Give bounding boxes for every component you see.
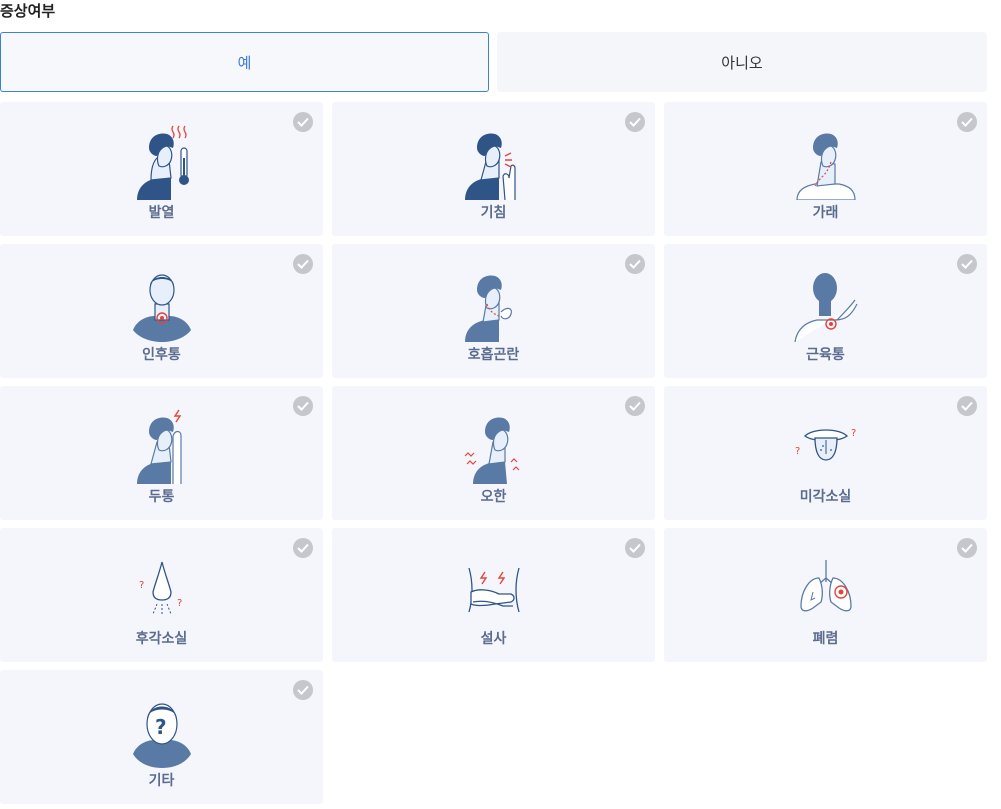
check-icon[interactable] xyxy=(625,112,645,132)
symptom-card-cough[interactable]: 기침 xyxy=(332,102,655,236)
symptom-label: 후각소실 xyxy=(135,631,188,647)
muscle-pain-icon xyxy=(793,273,858,342)
cough-icon xyxy=(464,133,516,200)
symptom-card-pneumonia[interactable]: 폐렴 xyxy=(664,528,987,662)
symptom-card-taste-loss[interactable]: ? ? 미각소실 xyxy=(664,386,987,520)
check-icon[interactable] xyxy=(293,680,313,700)
symptom-label: 폐렴 xyxy=(812,631,839,647)
symptom-card-diarrhea[interactable]: 설사 xyxy=(332,528,655,662)
taste-loss-icon: ? ? xyxy=(795,428,856,461)
smell-loss-icon: ? ? xyxy=(139,561,182,615)
svg-text:?: ? xyxy=(795,446,800,457)
symptom-card-smell-loss[interactable]: ? ? 후각소실 xyxy=(0,528,323,662)
check-icon[interactable] xyxy=(957,538,977,558)
check-icon[interactable] xyxy=(293,112,313,132)
symptom-card-muscle-pain[interactable]: 근육통 xyxy=(664,244,987,378)
check-icon[interactable] xyxy=(625,396,645,416)
yes-toggle-button[interactable]: 예 xyxy=(0,32,489,92)
svg-text:?: ? xyxy=(139,580,144,591)
symptom-card-chills[interactable]: 오한 xyxy=(332,386,655,520)
pneumonia-icon xyxy=(799,560,852,612)
symptom-card-sore-throat[interactable]: 인후통 xyxy=(0,244,323,378)
symptom-label: 기타 xyxy=(148,773,175,789)
check-icon[interactable] xyxy=(293,254,313,274)
symptom-label: 호흡곤란 xyxy=(467,347,520,363)
diarrhea-icon xyxy=(467,567,520,613)
check-icon[interactable] xyxy=(957,254,977,274)
page-title: 증상여부 xyxy=(0,2,56,20)
symptom-card-phlegm[interactable]: 가래 xyxy=(664,102,987,236)
check-icon[interactable] xyxy=(625,538,645,558)
check-icon[interactable] xyxy=(957,112,977,132)
symptom-label: 근육통 xyxy=(806,347,845,363)
headache-icon xyxy=(136,409,182,484)
no-toggle-button[interactable]: 아니오 xyxy=(497,32,987,92)
symptom-label: 오한 xyxy=(480,489,507,505)
sore-throat-icon xyxy=(132,274,191,342)
svg-text:?: ? xyxy=(851,428,856,439)
symptom-label: 두통 xyxy=(148,489,175,505)
symptom-label: 인후통 xyxy=(142,347,181,363)
symptom-label: 미각소실 xyxy=(799,489,852,505)
chills-icon xyxy=(464,417,519,484)
svg-text:?: ? xyxy=(155,715,167,739)
check-icon[interactable] xyxy=(293,538,313,558)
symptom-label: 기침 xyxy=(480,205,507,221)
symptom-label: 발열 xyxy=(148,205,175,221)
svg-text:?: ? xyxy=(177,598,182,609)
phlegm-icon xyxy=(795,133,856,200)
symptom-card-other[interactable]: ? 기타 xyxy=(0,670,323,804)
fever-icon xyxy=(136,125,189,200)
symptom-label: 가래 xyxy=(812,205,839,221)
check-icon[interactable] xyxy=(957,396,977,416)
symptom-card-breathing-difficulty[interactable]: 호흡곤란 xyxy=(332,244,655,378)
other-icon: ? xyxy=(132,703,191,768)
check-icon[interactable] xyxy=(625,254,645,274)
symptom-label: 설사 xyxy=(480,631,507,647)
check-icon[interactable] xyxy=(293,396,313,416)
symptom-card-headache[interactable]: 두통 xyxy=(0,386,323,520)
breathing-difficulty-icon xyxy=(464,275,512,342)
symptom-card-fever[interactable]: 발열 xyxy=(0,102,323,236)
